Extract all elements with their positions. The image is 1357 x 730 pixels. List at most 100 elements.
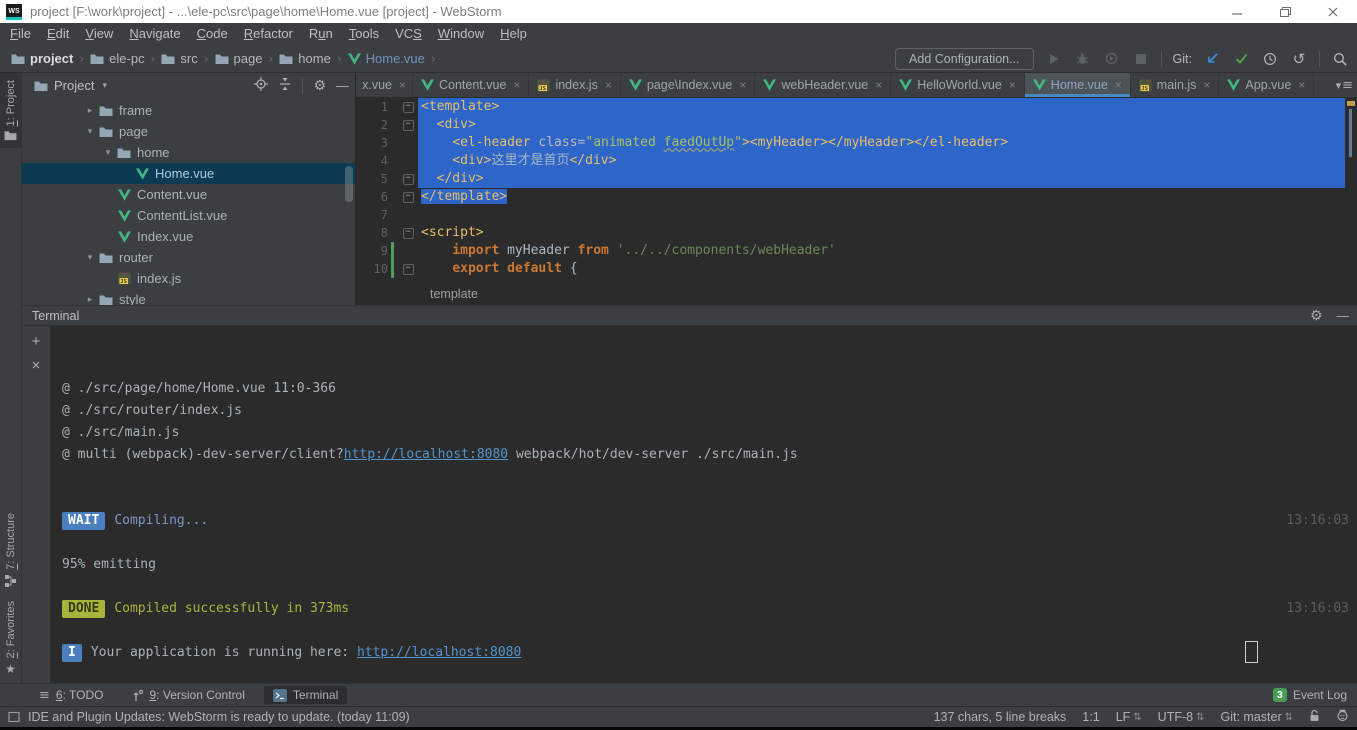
tab-webheader-vue[interactable]: webHeader.vue× — [755, 73, 891, 97]
bottom-tool-window-terminal[interactable]: Terminal — [264, 686, 347, 704]
tab-helloworld-vue[interactable]: HelloWorld.vue× — [891, 73, 1025, 97]
tab-close-icon[interactable]: × — [1115, 78, 1122, 92]
menu-navigate[interactable]: Navigate — [121, 23, 188, 45]
tree-expand-icon[interactable]: ▸ — [82, 295, 98, 305]
menu-refactor[interactable]: Refactor — [236, 23, 301, 45]
status-widget-lf[interactable]: LF⇅ — [1116, 710, 1142, 724]
code-line-text[interactable]: <script> — [418, 224, 1345, 242]
tab-close-icon[interactable]: × — [399, 78, 406, 92]
menu-vcs[interactable]: VCS — [387, 23, 430, 45]
line-number[interactable]: 1 — [356, 98, 388, 116]
tool-window-button-1-project[interactable]: 1: Project — [0, 73, 21, 148]
breadcrumb-home[interactable]: home — [276, 51, 334, 66]
close-session-icon[interactable]: × — [32, 358, 41, 373]
update-project-icon[interactable] — [1203, 50, 1221, 68]
close-button[interactable] — [1309, 0, 1357, 23]
tree-item-index-js[interactable]: JSindex.js — [22, 268, 355, 289]
menu-edit[interactable]: Edit — [39, 23, 77, 45]
line-number[interactable]: 10 — [356, 260, 388, 278]
bottom-tool-window-9-version-control[interactable]: 9: Version Control — [123, 686, 254, 704]
fold-icon[interactable]: − — [403, 174, 414, 185]
commit-icon[interactable] — [1232, 50, 1250, 68]
terminal-link[interactable]: http://localhost:8080 — [344, 447, 508, 462]
restore-button[interactable] — [1261, 0, 1309, 23]
line-number[interactable]: 8 — [356, 224, 388, 242]
project-scrollbar-thumb[interactable] — [345, 166, 353, 202]
code-line-text[interactable]: import myHeader from '../../components/w… — [418, 242, 1345, 260]
status-widget-git-master[interactable]: Git: master⇅ — [1220, 710, 1293, 724]
highlighting-level-icon[interactable] — [1336, 709, 1349, 725]
new-session-icon[interactable]: + — [32, 334, 41, 349]
status-widget-137-chars-5-line-breaks[interactable]: 137 chars, 5 line breaks — [934, 710, 1067, 724]
breadcrumb-home-vue[interactable]: Home.vue — [345, 51, 428, 66]
tree-item-frame[interactable]: ▸frame — [22, 100, 355, 121]
tab-content-vue[interactable]: Content.vue× — [413, 73, 529, 97]
bottom-tool-window-6-todo[interactable]: ≡6: TODO — [30, 686, 113, 705]
fold-icon[interactable]: − — [403, 192, 414, 203]
status-message-area[interactable]: IDE and Plugin Updates: WebStorm is read… — [8, 710, 410, 724]
run-with-coverage-icon[interactable] — [1103, 50, 1121, 68]
editor-scrollbar-stripe[interactable] — [1345, 98, 1357, 283]
terminal-hide-icon[interactable]: — — [1337, 309, 1350, 323]
menu-view[interactable]: View — [77, 23, 121, 45]
code-editor[interactable]: 1−<template>2− <div>3 <el-header class="… — [356, 98, 1345, 278]
line-number[interactable]: 4 — [356, 152, 388, 170]
tree-expand-icon[interactable]: ▾ — [100, 148, 116, 158]
code-line-10[interactable]: 10− export default { — [356, 260, 1345, 278]
hide-panel-icon[interactable]: — — [336, 78, 349, 93]
code-line-text[interactable] — [418, 206, 1345, 224]
menu-run[interactable]: Run — [301, 23, 341, 45]
tree-expand-icon[interactable]: ▸ — [82, 106, 98, 116]
code-line-6[interactable]: 6−</template> — [356, 188, 1345, 206]
tab-close-icon[interactable]: × — [1298, 78, 1305, 92]
menu-tools[interactable]: Tools — [341, 23, 387, 45]
rollback-icon[interactable]: ↺ — [1290, 50, 1308, 68]
menu-file[interactable]: File — [2, 23, 39, 45]
tab-app-vue[interactable]: App.vue× — [1219, 73, 1314, 97]
minimize-button[interactable] — [1213, 0, 1261, 23]
breadcrumb-src[interactable]: src — [158, 51, 200, 66]
tab-close-icon[interactable]: × — [739, 78, 746, 92]
write-access-lock-icon[interactable] — [1309, 709, 1320, 725]
run-icon[interactable] — [1045, 50, 1063, 68]
terminal-settings-gear-icon[interactable]: ⚙ — [1310, 308, 1323, 324]
stop-icon[interactable] — [1132, 50, 1150, 68]
locate-file-icon[interactable] — [254, 77, 268, 94]
breadcrumb-project[interactable]: project — [8, 51, 76, 66]
tab-close-icon[interactable]: × — [1203, 78, 1210, 92]
code-line-7[interactable]: 7 — [356, 206, 1345, 224]
add-configuration-button[interactable]: Add Configuration... — [895, 48, 1034, 70]
breadcrumb-template[interactable]: template — [430, 287, 478, 301]
tab-home-vue[interactable]: Home.vue× — [1025, 73, 1131, 97]
tab-main-js[interactable]: JSmain.js× — [1131, 73, 1220, 97]
line-number[interactable]: 9 — [356, 242, 388, 260]
code-line-8[interactable]: 8 −<script> — [356, 224, 1345, 242]
terminal-link[interactable]: http://localhost:8080 — [357, 645, 521, 660]
fold-icon[interactable]: − — [403, 102, 414, 113]
menu-help[interactable]: Help — [492, 23, 535, 45]
code-line-text[interactable]: <div>这里才是首页</div> — [418, 152, 1345, 170]
tab-close-icon[interactable]: × — [875, 78, 882, 92]
tree-item-page[interactable]: ▾page — [22, 121, 355, 142]
warning-stripe-mark[interactable] — [1347, 101, 1355, 106]
project-view-selector[interactable]: Project ▾ — [34, 78, 107, 93]
tab-close-icon[interactable]: × — [513, 78, 520, 92]
tree-item-router[interactable]: ▾router — [22, 247, 355, 268]
code-line-9[interactable]: 9 import myHeader from '../../components… — [356, 242, 1345, 260]
tool-window-button-7-structure[interactable]: 7: Structure — [0, 506, 21, 594]
status-widget-1-1[interactable]: 1:1 — [1082, 710, 1099, 724]
search-everywhere-icon[interactable] — [1331, 50, 1349, 68]
tree-item-home[interactable]: ▾home — [22, 142, 355, 163]
breadcrumb-ele-pc[interactable]: ele-pc — [87, 51, 147, 66]
fold-icon[interactable]: − — [403, 228, 414, 239]
collapse-all-icon[interactable] — [278, 77, 292, 94]
tab-page-index-vue[interactable]: page\Index.vue× — [621, 73, 756, 97]
line-number[interactable]: 3 — [356, 134, 388, 152]
tab-close-icon[interactable]: × — [1009, 78, 1016, 92]
line-number[interactable]: 2 — [356, 116, 388, 134]
fold-icon[interactable]: − — [403, 264, 414, 275]
code-line-text[interactable]: <div> — [418, 116, 1345, 134]
status-widget-utf-8[interactable]: UTF-8⇅ — [1158, 710, 1205, 724]
code-line-text[interactable]: </template> — [418, 188, 1345, 206]
tree-item-content-vue[interactable]: Content.vue — [22, 184, 355, 205]
